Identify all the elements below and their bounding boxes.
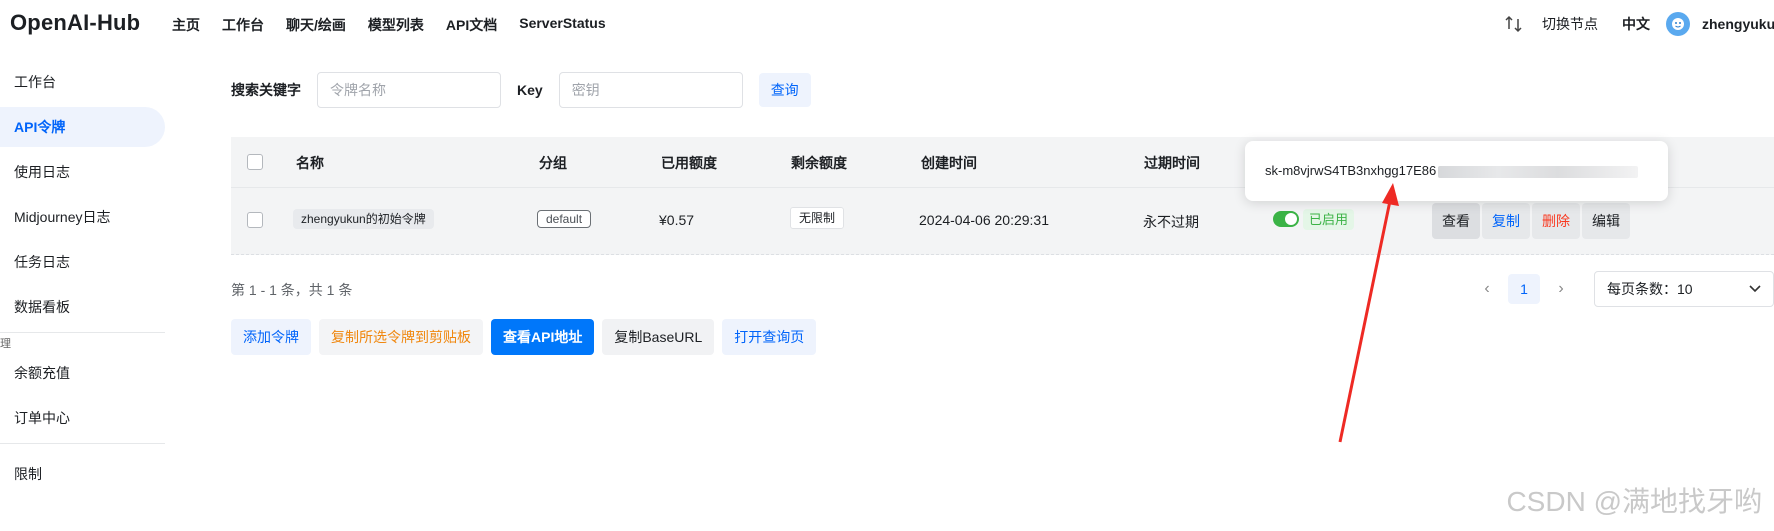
page-number-current[interactable]: 1: [1508, 274, 1540, 304]
token-name-tag: zhengyukun的初始令牌: [293, 209, 434, 229]
view-api-address-button[interactable]: 查看API地址: [491, 319, 595, 355]
page-size-label: 每页条数：10: [1607, 281, 1693, 297]
key-popover: sk-m8vjrwS4TB3nxhgg17E86: [1245, 141, 1668, 201]
pagination-summary: 第 1 - 1 条，共 1 条: [231, 282, 353, 298]
used-quota-value: ¥0.57: [659, 212, 695, 228]
query-button[interactable]: 查询: [758, 73, 811, 107]
header-remaining-quota[interactable]: 剩余额度: [791, 153, 847, 173]
brand-logo[interactable]: OpenAI-Hub: [10, 10, 140, 36]
sidebar-item-api-tokens[interactable]: API令牌: [0, 107, 165, 147]
page-size-select[interactable]: 每页条数：10: [1594, 271, 1774, 307]
search-row: 搜索关键字 Key 查询: [231, 72, 811, 108]
select-all-checkbox[interactable]: [247, 154, 263, 170]
open-query-page-button[interactable]: 打开查询页: [722, 319, 817, 355]
edit-button[interactable]: 编辑: [1582, 203, 1630, 239]
sidebar-item-usage-log[interactable]: 使用日志: [0, 152, 165, 192]
copy-baseurl-button[interactable]: 复制BaseURL: [602, 319, 715, 355]
delete-button[interactable]: 删除: [1532, 203, 1580, 239]
sidebar-item-dashboard[interactable]: 数据看板: [0, 287, 165, 327]
copy-button[interactable]: 复制: [1482, 203, 1530, 239]
sidebar-item-topup[interactable]: 余额充值: [0, 353, 165, 393]
token-name-input[interactable]: [317, 72, 501, 108]
key-redaction-blur: [1438, 165, 1639, 178]
watermark: CSDN @满地找牙哟: [1506, 486, 1762, 517]
view-button[interactable]: 查看: [1432, 203, 1480, 239]
key-input[interactable]: [558, 72, 743, 108]
expire-time-value: 永不过期: [1143, 214, 1199, 230]
add-token-button[interactable]: 添加令牌: [231, 319, 311, 355]
remaining-quota-tag: 无限制: [790, 207, 845, 229]
action-buttons: 添加令牌 复制所选令牌到剪贴板 查看API地址 复制BaseURL 打开查询页: [231, 319, 824, 355]
group-tag: default: [537, 210, 592, 228]
keyword-label: 搜索关键字: [231, 82, 301, 98]
key-label: Key: [517, 82, 543, 98]
main-content: 搜索关键字 Key 查询 名称 分组 已用额度 剩余额度 创建时间 过期时间 z…: [231, 0, 1774, 531]
sidebar-item-midjourney-log[interactable]: Midjourney日志: [0, 197, 165, 237]
chevron-down-icon: [1749, 285, 1761, 293]
prev-page-icon[interactable]: ‹: [1474, 276, 1500, 302]
sidebar-item-workbench[interactable]: 工作台: [0, 62, 165, 102]
sidebar: 工作台 API令牌 使用日志 Midjourney日志 任务日志 数据看板 理 …: [0, 62, 165, 499]
header-name[interactable]: 名称: [296, 153, 324, 173]
sidebar-item-orders[interactable]: 订单中心: [0, 398, 165, 438]
nav-home[interactable]: 主页: [172, 15, 200, 35]
next-page-icon[interactable]: ›: [1548, 276, 1574, 302]
header-created-time[interactable]: 创建时间: [921, 153, 977, 173]
sidebar-divider: [0, 332, 165, 333]
status-badge: 已启用: [1303, 209, 1355, 230]
sidebar-divider: [0, 443, 165, 444]
header-expire-time[interactable]: 过期时间: [1144, 153, 1200, 173]
pagination: ‹ 1 › 每页条数：10: [1466, 271, 1774, 307]
header-used-quota[interactable]: 已用额度: [661, 153, 717, 173]
header-group[interactable]: 分组: [539, 153, 567, 173]
sidebar-group-label: 理: [0, 338, 11, 350]
copy-selected-tokens-button[interactable]: 复制所选令牌到剪贴板: [319, 319, 483, 355]
api-key-text: sk-m8vjrwS4TB3nxhgg17E86: [1265, 163, 1437, 178]
status-toggle[interactable]: [1273, 210, 1299, 227]
sidebar-item-limits[interactable]: 限制: [0, 454, 165, 494]
sidebar-item-task-log[interactable]: 任务日志: [0, 242, 165, 282]
created-time-value: 2024-04-06 20:29:31: [919, 212, 1049, 228]
row-checkbox[interactable]: [247, 212, 263, 228]
